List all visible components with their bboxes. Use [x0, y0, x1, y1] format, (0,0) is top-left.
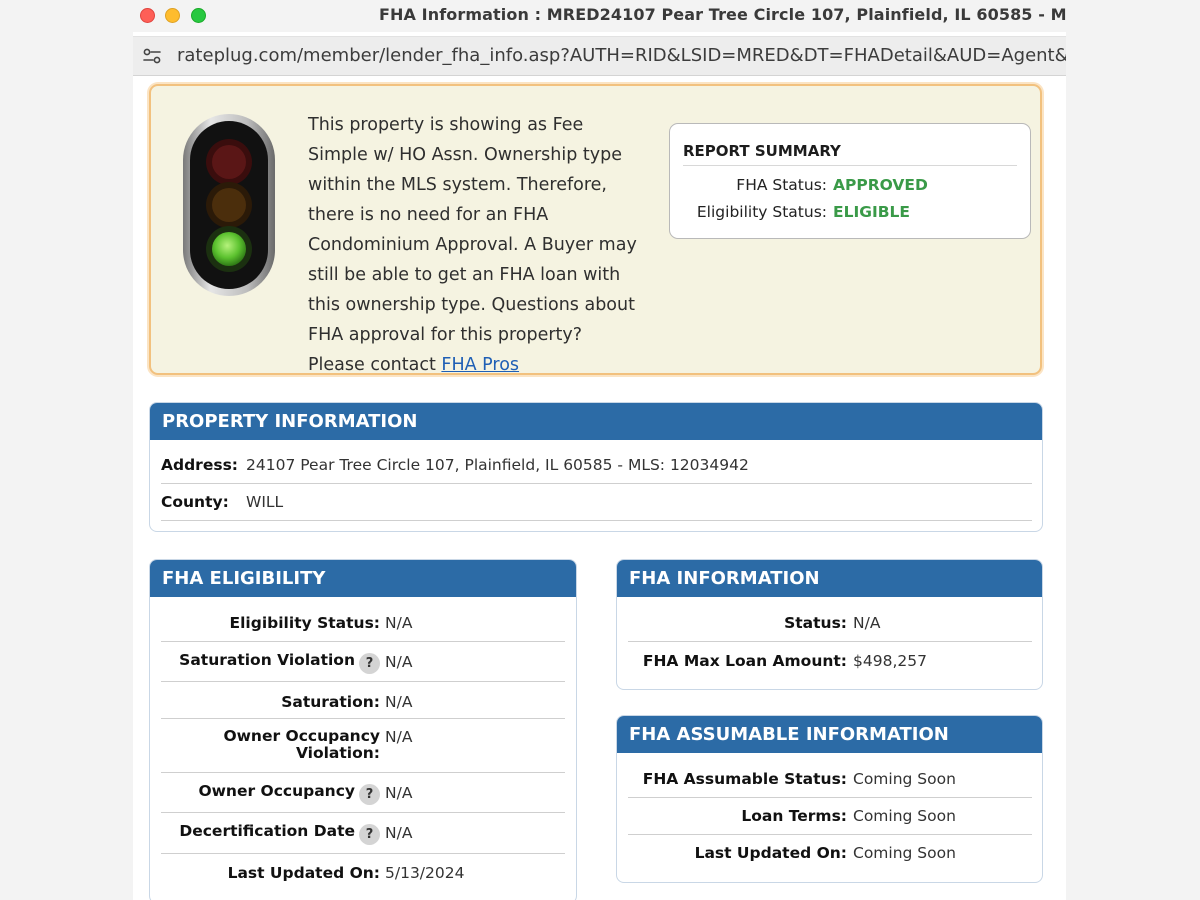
traffic-light-green-icon — [183, 114, 275, 296]
saturation-violation-text: Saturation Violation — [179, 651, 355, 669]
address-bar[interactable]: rateplug.com/member/lender_fha_info.asp?… — [133, 36, 1066, 76]
title-bar: FHA Information : MRED24107 Pear Tree Ci… — [133, 0, 1066, 32]
fha-status-label: FHA Status: — [736, 176, 827, 194]
owner-occupancy-value: N/A — [385, 784, 413, 802]
county-value: WILL — [246, 493, 284, 511]
owner-occupancy-violation-value: N/A — [385, 728, 413, 746]
eligibility-last-updated-row: Last Updated On: 5/13/2024 — [161, 854, 565, 894]
report-summary: REPORT SUMMARY FHA Status: APPROVED Elig… — [669, 123, 1031, 239]
address-row: Address: 24107 Pear Tree Circle 107, Pla… — [161, 443, 1032, 484]
fha-max-loan-label: FHA Max Loan Amount: — [642, 652, 847, 670]
fha-assumable-panel: FHA ASSUMABLE INFORMATION FHA Assumable … — [616, 715, 1043, 883]
decertification-date-label: Decertification Date? — [179, 822, 380, 845]
loan-terms-value: Coming Soon — [853, 807, 956, 825]
assumable-last-updated-value: Coming Soon — [853, 844, 956, 862]
county-row: County: WILL — [161, 484, 1032, 521]
notice-message: This property is showing as Fee Simple w… — [308, 110, 638, 380]
url-text[interactable]: rateplug.com/member/lender_fha_info.asp?… — [177, 45, 1066, 66]
decertification-date-row: Decertification Date? N/A — [161, 813, 565, 854]
owner-occupancy-help-icon[interactable]: ? — [359, 784, 380, 805]
owner-occupancy-violation-row: Owner Occupancy Violation: N/A — [161, 719, 565, 773]
owner-occupancy-violation-line1: Owner Occupancy — [223, 727, 380, 745]
owner-occupancy-violation-label: Owner Occupancy Violation: — [223, 728, 380, 762]
eligibility-status-label: Eligibility Status: — [229, 614, 380, 632]
page-content: This property is showing as Fee Simple w… — [133, 77, 1066, 900]
fha-information-title: FHA INFORMATION — [617, 560, 1042, 597]
window-title: FHA Information : MRED24107 Pear Tree Ci… — [379, 5, 1066, 24]
fha-eligibility-title: FHA ELIGIBILITY — [150, 560, 576, 597]
fha-notice-box: This property is showing as Fee Simple w… — [149, 84, 1042, 375]
saturation-violation-label: Saturation Violation? — [179, 651, 380, 674]
saturation-label: Saturation: — [281, 693, 380, 711]
assumable-last-updated-row: Last Updated On: Coming Soon — [628, 835, 1032, 873]
fha-pros-link[interactable]: FHA Pros — [441, 355, 519, 375]
eligibility-status-label: Eligibility Status: — [696, 203, 827, 221]
address-label: Address: — [161, 456, 238, 474]
fha-assumable-status-label: FHA Assumable Status: — [642, 770, 847, 788]
owner-occupancy-text: Owner Occupancy — [198, 782, 355, 800]
saturation-violation-row: Saturation Violation? N/A — [161, 642, 565, 682]
fha-info-status-label: Status: — [784, 614, 847, 632]
fha-status-value: APPROVED — [833, 176, 928, 194]
saturation-value: N/A — [385, 693, 413, 711]
saturation-violation-help-icon[interactable]: ? — [359, 653, 380, 674]
eligibility-status-row: Eligibility Status: ELIGIBLE — [670, 203, 1032, 225]
minimize-window-button[interactable] — [165, 8, 180, 23]
eligibility-last-updated-value: 5/13/2024 — [385, 864, 465, 882]
fha-eligibility-panel: FHA ELIGIBILITY Eligibility Status: N/A … — [149, 559, 577, 900]
zoom-window-button[interactable] — [191, 8, 206, 23]
loan-terms-label: Loan Terms: — [741, 807, 847, 825]
report-summary-title: REPORT SUMMARY — [683, 142, 1017, 166]
eligibility-status-value: ELIGIBLE — [833, 203, 911, 221]
eligibility-status-value: N/A — [385, 614, 413, 632]
fha-max-loan-value: $498,257 — [853, 652, 927, 670]
fha-info-status-row: Status: N/A — [628, 600, 1032, 642]
loan-terms-row: Loan Terms: Coming Soon — [628, 798, 1032, 835]
county-label: County: — [161, 493, 229, 511]
fha-information-panel: FHA INFORMATION Status: N/A FHA Max Loan… — [616, 559, 1043, 690]
decertification-date-help-icon[interactable]: ? — [359, 824, 380, 845]
property-information-panel: PROPERTY INFORMATION Address: 24107 Pear… — [149, 402, 1043, 532]
fha-assumable-title: FHA ASSUMABLE INFORMATION — [617, 716, 1042, 753]
saturation-violation-value: N/A — [385, 653, 413, 671]
site-settings-icon[interactable] — [140, 44, 164, 68]
owner-occupancy-row: Owner Occupancy? N/A — [161, 773, 565, 813]
owner-occupancy-violation-line2: Violation: — [295, 744, 380, 762]
owner-occupancy-label: Owner Occupancy? — [198, 782, 380, 805]
decertification-date-value: N/A — [385, 824, 413, 842]
eligibility-last-updated-label: Last Updated On: — [227, 864, 380, 882]
property-information-title: PROPERTY INFORMATION — [150, 403, 1042, 440]
browser-window: FHA Information : MRED24107 Pear Tree Ci… — [133, 0, 1066, 900]
fha-info-status-value: N/A — [853, 614, 881, 632]
close-window-button[interactable] — [140, 8, 155, 23]
saturation-row: Saturation: N/A — [161, 682, 565, 719]
eligibility-status-row: Eligibility Status: N/A — [161, 600, 565, 642]
fha-max-loan-row: FHA Max Loan Amount: $498,257 — [628, 642, 1032, 680]
address-value: 24107 Pear Tree Circle 107, Plainfield, … — [246, 456, 749, 474]
notice-text: This property is showing as Fee Simple w… — [308, 115, 637, 375]
assumable-last-updated-label: Last Updated On: — [694, 844, 847, 862]
fha-assumable-status-row: FHA Assumable Status: Coming Soon — [628, 756, 1032, 798]
decertification-date-text: Decertification Date — [179, 822, 355, 840]
fha-status-row: FHA Status: APPROVED — [670, 176, 1032, 198]
fha-assumable-status-value: Coming Soon — [853, 770, 956, 788]
